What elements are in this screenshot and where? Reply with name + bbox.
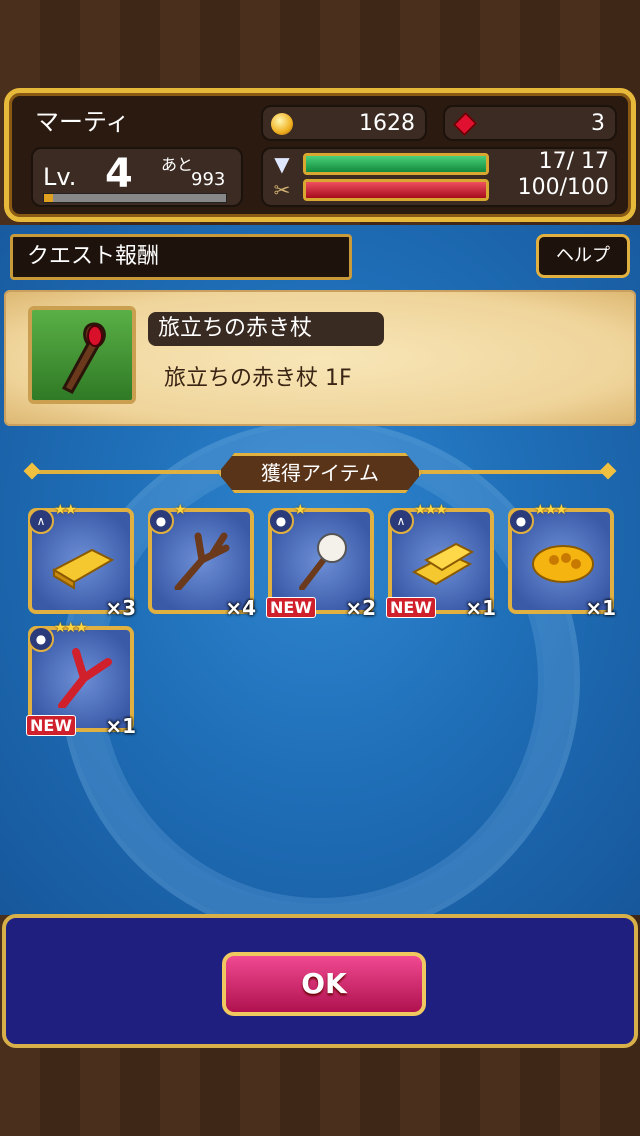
item-count: ×1 bbox=[465, 596, 496, 620]
header-divider-right bbox=[420, 470, 608, 474]
boot-icon: ▼ bbox=[274, 152, 290, 176]
cotton-icon bbox=[299, 533, 347, 590]
coin-icon bbox=[271, 113, 293, 135]
item-rarity-stars: ★ bbox=[294, 502, 306, 518]
acquired-items-header: 獲得アイテム bbox=[218, 453, 422, 493]
gem-icon bbox=[453, 112, 477, 136]
player-name: マーティ bbox=[35, 108, 130, 136]
item-slot[interactable]: ● ★★★ NEW ×1 bbox=[26, 620, 136, 738]
gold-bars-icon bbox=[411, 542, 475, 586]
item-rarity-stars: ★ bbox=[174, 502, 186, 518]
item-rarity-stars: ★★ bbox=[54, 502, 77, 518]
item-count: ×3 bbox=[105, 596, 136, 620]
level-label: Lv. bbox=[43, 163, 77, 191]
item-count: ×4 bbox=[225, 596, 256, 620]
coin-value: 1628 bbox=[359, 111, 415, 136]
coin-counter: 1628 bbox=[261, 105, 427, 141]
item-count: ×2 bbox=[345, 596, 376, 620]
stamina-bar-fill bbox=[306, 156, 486, 172]
player-name-box: マーティ bbox=[27, 105, 257, 139]
new-badge: NEW bbox=[26, 715, 76, 736]
stats-box: ▼ ✂ 17/ 17 100/100 bbox=[261, 147, 617, 207]
new-badge: NEW bbox=[386, 597, 436, 618]
hp-bar bbox=[303, 179, 489, 201]
exp-remaining-value: 993 bbox=[191, 169, 226, 190]
item-slot[interactable]: ∧ ★★ ×3 bbox=[28, 502, 136, 620]
level-value: 4 bbox=[105, 151, 133, 197]
item-slot[interactable]: ● ★ ×4 bbox=[148, 502, 256, 620]
stamina-bar bbox=[303, 153, 489, 175]
item-rarity-stars: ★★★ bbox=[54, 620, 88, 636]
new-badge: NEW bbox=[266, 597, 316, 618]
quest-title: 旅立ちの赤き杖 bbox=[148, 312, 384, 346]
quest-stage: 旅立ちの赤き杖 1F bbox=[164, 366, 352, 391]
item-slot[interactable]: ● ★★★ ×1 bbox=[508, 502, 616, 620]
stamina-value: 17/ 17 bbox=[538, 149, 609, 174]
scissors-icon: ✂ bbox=[273, 178, 291, 202]
red-branch-icon bbox=[58, 648, 112, 708]
quest-info-panel: 旅立ちの赤き杖 旅立ちの赤き杖 1F bbox=[4, 290, 636, 426]
gem-counter: 3 bbox=[443, 105, 617, 141]
item-slot[interactable]: ∧ ★★★ NEW ×1 bbox=[386, 502, 496, 620]
item-rarity-stars: ★★★ bbox=[534, 502, 568, 518]
magic-circle-decoration bbox=[60, 420, 580, 940]
hp-bar-fill bbox=[306, 182, 486, 198]
exp-bar-fill bbox=[44, 194, 54, 202]
item-slot[interactable]: ● ★ NEW ×2 bbox=[266, 502, 376, 620]
gold-bar-icon bbox=[51, 548, 115, 590]
header-divider-left bbox=[30, 470, 220, 474]
item-rarity-stars: ★★★ bbox=[414, 502, 448, 518]
level-box: Lv. 4 あと 993 bbox=[31, 147, 243, 207]
help-button[interactable]: ヘルプ bbox=[536, 234, 630, 278]
exp-bar bbox=[43, 193, 227, 203]
red-staff-icon bbox=[28, 306, 136, 404]
ok-button[interactable]: OK bbox=[222, 952, 426, 1016]
status-panel: マーティ Lv. 4 あと 993 1628 3 ▼ ✂ 17/ 17 100/… bbox=[4, 88, 636, 222]
footer-panel: OK bbox=[2, 914, 638, 1048]
branch-icon bbox=[174, 532, 230, 590]
exp-remaining-label: あと bbox=[161, 155, 194, 174]
hp-value: 100/100 bbox=[517, 175, 609, 200]
honeycomb-icon bbox=[532, 545, 594, 583]
item-count: ×1 bbox=[105, 714, 136, 738]
page-title: クエスト報酬 bbox=[10, 234, 352, 280]
gem-value: 3 bbox=[591, 111, 605, 136]
item-count: ×1 bbox=[585, 596, 616, 620]
